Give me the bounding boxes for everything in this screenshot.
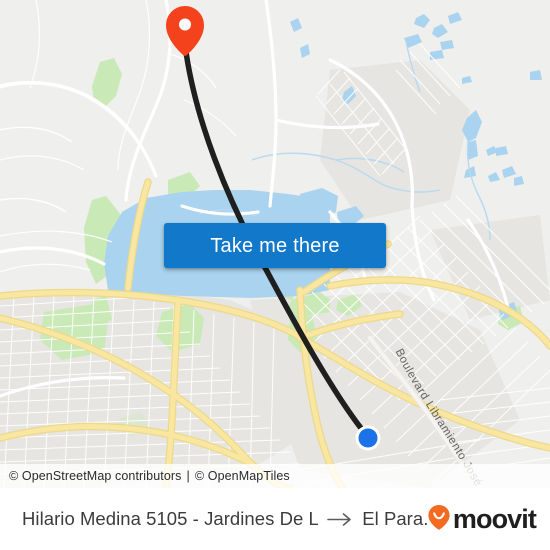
moovit-logo[interactable]: moovit bbox=[427, 503, 537, 535]
trip-destination-label: El Para... bbox=[362, 508, 427, 529]
arrow-right-icon bbox=[327, 512, 353, 527]
take-me-there-button[interactable]: Take me there bbox=[164, 223, 386, 268]
map-attribution: © OpenStreetMap contributors | © OpenMap… bbox=[0, 464, 550, 488]
attribution-openmaptiles[interactable]: © OpenMapTiles bbox=[195, 469, 290, 483]
map-canvas[interactable]: Boulevard Libramiento José M © O bbox=[0, 0, 550, 488]
moovit-wordmark: moovit bbox=[452, 503, 537, 534]
destination-dot-marker[interactable] bbox=[355, 425, 381, 451]
attribution-osm[interactable]: © OpenStreetMap contributors bbox=[9, 469, 182, 483]
moovit-trip-map-screen: Boulevard Libramiento José M © O bbox=[0, 0, 550, 550]
attribution-separator: | bbox=[186, 469, 190, 483]
trip-origin-label: Hilario Medina 5105 - Jardines De Los N.… bbox=[22, 508, 319, 529]
trip-summary-bar: Hilario Medina 5105 - Jardines De Los N.… bbox=[0, 488, 550, 550]
moovit-pin-icon bbox=[427, 504, 451, 535]
